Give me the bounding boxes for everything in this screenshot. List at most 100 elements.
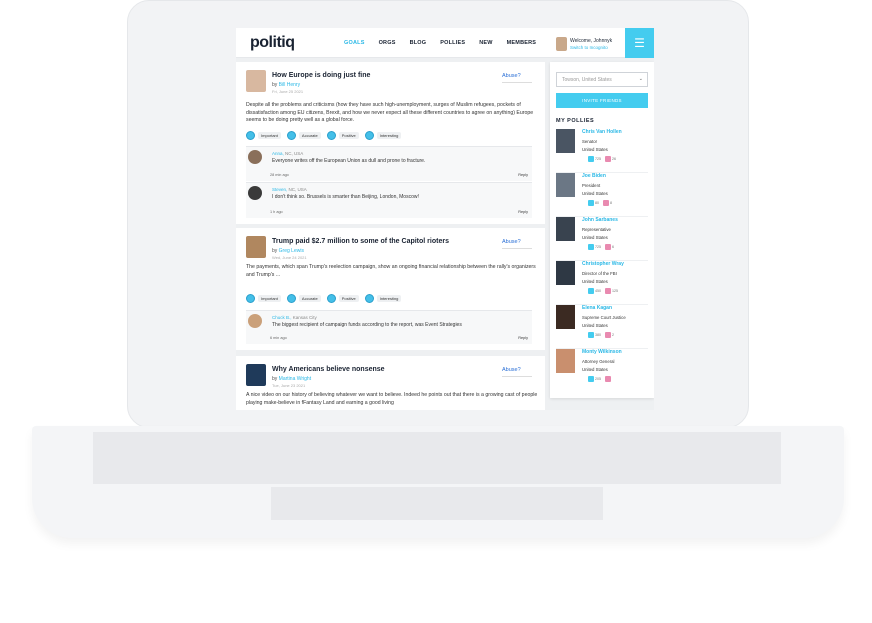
pollie-votes: 725 26 [588,156,616,162]
pollie-votes: 725 6 [588,244,614,250]
upvote[interactable]: 80 [588,200,599,206]
reaction-important[interactable]: Important [246,294,281,303]
switch-incognito-link[interactable]: Switch to Incognito [570,45,608,50]
upvote[interactable]: 205 [588,376,601,382]
reaction-accurate[interactable]: Accurate [286,131,321,140]
pollie-name[interactable]: Chris Van Hollen [582,129,622,135]
abuse-link[interactable]: Abuse? [502,367,532,377]
location-select[interactable]: Towson, United States ⌄ [556,72,648,87]
nav-blog[interactable]: BLOG [410,40,427,46]
thumb-down-icon [605,288,611,294]
upvote[interactable]: 725 [588,244,601,250]
author-avatar [246,364,266,386]
main-nav: GOALS ORGS BLOG POLLIES NEW MEMBERS [344,40,550,46]
hamburger-icon: ☰ [634,36,645,50]
pollie-name[interactable]: Elena Kagan [582,305,612,311]
comment-author[interactable]: Chuck B., Kansas City [272,315,317,320]
downvote[interactable] [605,376,612,382]
pollie-role: Attorney General [582,359,615,364]
politiq-logo[interactable]: politiq [250,34,295,52]
thumb-up-icon [588,156,594,162]
upvote[interactable]: 450 [588,288,601,294]
laptop-screen: politiq GOALS ORGS BLOG POLLIES NEW MEMB… [236,28,654,410]
author-link[interactable]: Greg Lewis [279,248,304,254]
user-box[interactable]: Welcome, Johnnyk Switch to Incognito [556,36,626,52]
pollie-photo [556,305,575,329]
accurate-icon [286,294,296,303]
nav-new[interactable]: NEW [479,40,492,46]
post-body: A nice video on our history of believing… [246,392,538,406]
nav-members[interactable]: MEMBERS [507,40,537,46]
author-link[interactable]: Martina Wright [279,376,311,382]
reaction-interesting[interactable]: Interesting [364,294,402,303]
pollie-card[interactable]: Monty Wilkinson Attorney General United … [556,349,648,393]
comment: Anna, NC, USA Everyone writes off the Eu… [246,146,532,181]
post-date: Wed, June 24 2021 [272,255,307,260]
pollie-name[interactable]: John Sarbanes [582,217,618,223]
reaction-positive[interactable]: Positive [326,131,359,140]
thumb-up-icon [588,376,594,382]
comment-time: 28 min ago [270,173,289,177]
comment-author[interactable]: Anna, NC, USA [272,151,303,156]
reply-button[interactable]: Reply [518,336,528,340]
pollie-country: United States [582,279,608,284]
author-avatar [246,70,266,92]
pollie-role: Director of the FBI [582,271,617,276]
abuse-link[interactable]: Abuse? [502,239,532,249]
reaction-positive[interactable]: Positive [326,294,359,303]
nav-pollies[interactable]: POLLIES [440,40,465,46]
commenter-avatar [248,150,262,164]
reply-button[interactable]: Reply [518,173,528,177]
sidebar: Towson, United States ⌄ INVITE FRIENDS M… [550,62,654,398]
downvote[interactable]: 26 [605,156,616,162]
interesting-icon [364,131,374,140]
pollie-votes: 450 125 [588,288,618,294]
downvote[interactable]: 6 [605,244,614,250]
user-welcome: Welcome, Johnnyk [570,38,613,44]
downvote[interactable]: 125 [605,288,618,294]
pollie-photo [556,173,575,197]
abuse-link[interactable]: Abuse? [502,73,532,83]
downvote[interactable]: 8 [603,200,612,206]
menu-button[interactable]: ☰ [625,28,654,58]
thumb-down-icon [605,244,611,250]
thumb-up-icon [588,288,594,294]
chevron-down-icon: ⌄ [638,76,643,82]
nav-orgs[interactable]: ORGS [379,40,396,46]
pollie-card[interactable]: John Sarbanes Representative United Stat… [556,217,648,261]
upvote[interactable]: 725 [588,156,601,162]
pollie-photo [556,129,575,153]
pollie-card[interactable]: Christopher Wray Director of the FBI Uni… [556,261,648,305]
pollie-votes: 80 8 [588,200,612,206]
interesting-icon [364,294,374,303]
pollie-country: United States [582,323,608,328]
pollie-name[interactable]: Joe Biden [582,173,606,179]
pollie-card[interactable]: Joe Biden President United States 80 8 [556,173,648,217]
author-link[interactable]: Bill Henry [279,82,300,88]
post-body: Despite all the problems and criticisms … [246,102,534,123]
reaction-important[interactable]: Important [246,131,281,140]
reply-button[interactable]: Reply [518,210,528,214]
pollie-card[interactable]: Chris Van Hollen Senator United States 7… [556,129,648,173]
reaction-accurate[interactable]: Accurate [286,294,321,303]
downvote[interactable]: 2 [605,332,614,338]
upvote[interactable]: 380 [588,332,601,338]
post-date: Tue, June 23 2021 [272,383,306,388]
pollie-name[interactable]: Monty Wilkinson [582,349,622,355]
nav-goals[interactable]: GOALS [344,40,365,46]
reaction-interesting[interactable]: Interesting [364,131,402,140]
laptop-keyboard [93,432,781,484]
pollie-card[interactable]: Elena Kagan Supreme Court Justice United… [556,305,648,349]
comment: Steven, NC, USA I don't think so. Brusse… [246,182,532,218]
my-pollies-heading: MY POLLIES [556,118,595,124]
pollie-country: United States [582,235,608,240]
post-title[interactable]: How Europe is doing just fine [272,72,370,79]
comment-author[interactable]: Steven, NC, USA [272,187,307,192]
invite-friends-button[interactable]: INVITE FRIENDS [556,93,648,108]
pollie-name[interactable]: Christopher Wray [582,261,624,267]
thumb-up-icon [588,332,594,338]
post-card: Trump paid $2.7 million to some of the C… [236,228,545,350]
post-title[interactable]: Trump paid $2.7 million to some of the C… [272,238,449,245]
post-title[interactable]: Why Americans believe nonsense [272,366,385,373]
user-avatar [556,37,567,51]
